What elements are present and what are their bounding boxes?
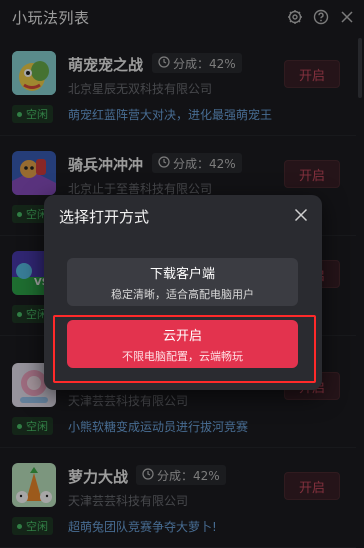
option-label: 下载客户端 — [149, 266, 215, 282]
highlight-box — [53, 315, 316, 383]
close-icon[interactable] — [294, 207, 308, 222]
option-sublabel: 稳定清晰，适合高配电脑用户 — [111, 287, 254, 301]
dialog-title: 选择打开方式 — [59, 208, 150, 226]
download-client-button[interactable]: 下载客户端 稳定清晰，适合高配电脑用户 — [67, 258, 298, 306]
